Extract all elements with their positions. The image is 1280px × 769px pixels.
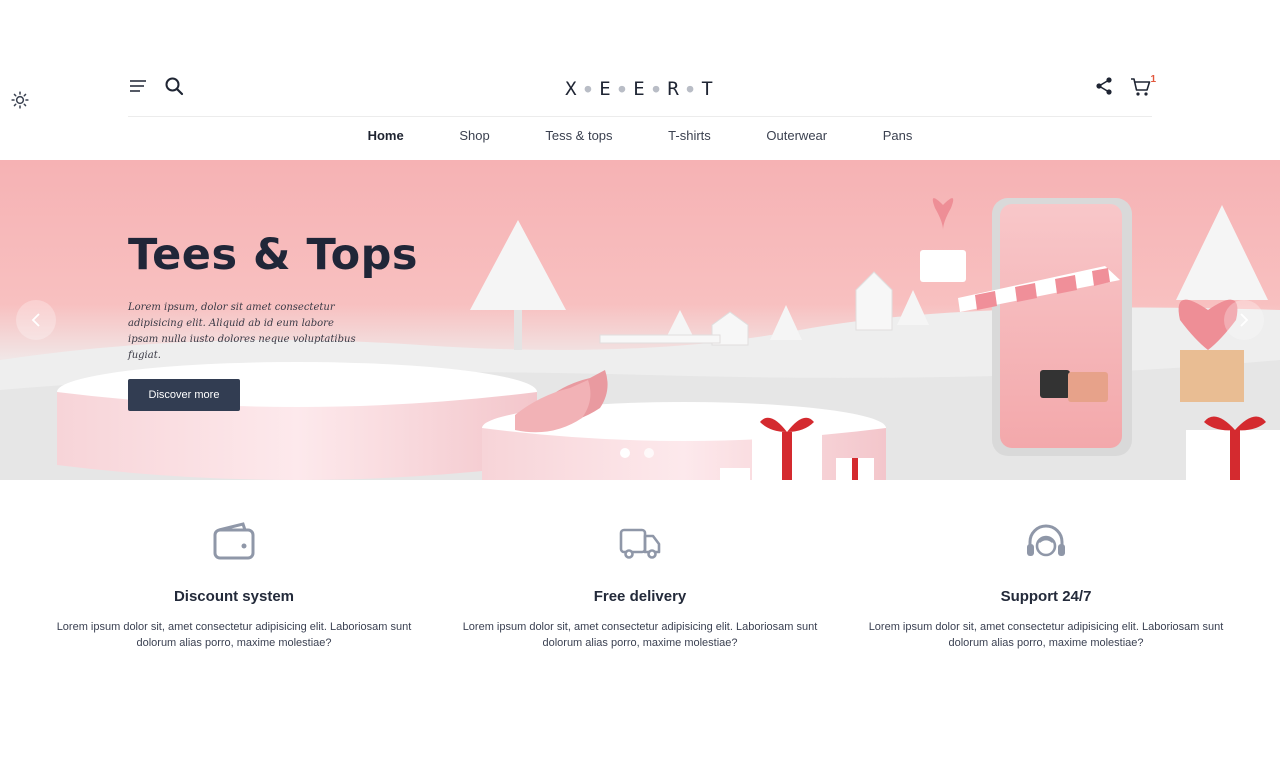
feature-title: Support 24/7 [1000, 588, 1092, 605]
main-navigation: Home Shop Tess & tops T-shirts Outerwear… [0, 128, 1280, 150]
nav-item-tshirts[interactable]: T-shirts [668, 128, 711, 143]
cart-count-badge: 1 [1150, 74, 1156, 85]
logo-letter: E [633, 78, 647, 100]
chevron-right-icon [1240, 313, 1249, 327]
cart-icon[interactable] [1130, 76, 1152, 100]
wallet-icon [213, 522, 255, 560]
logo-letter: X [565, 78, 579, 100]
slider-next-button[interactable] [1224, 300, 1264, 340]
feature-text: Lorem ipsum dolor sit, amet consectetur … [868, 621, 1224, 649]
truck-icon [619, 528, 661, 559]
nav-item-outerwear[interactable]: Outerwear [766, 128, 827, 143]
discover-more-button[interactable]: Discover more [128, 379, 240, 411]
feature-text: Lorem ipsum dolor sit, amet consectetur … [462, 621, 818, 649]
logo-letter: E [599, 78, 613, 100]
slider-dot[interactable] [620, 448, 630, 458]
headset-icon [1027, 524, 1065, 557]
nav-item-home[interactable]: Home [368, 128, 404, 143]
nav-item-shop[interactable]: Shop [459, 128, 489, 143]
feature-card: Discount system Lorem ipsum dolor sit, a… [47, 520, 421, 651]
hero-title: Tees & Tops [128, 230, 419, 280]
top-header: X ● E ● E ● R ● T 1 [128, 60, 1156, 117]
slider-prev-button[interactable] [16, 300, 56, 340]
slider-dot[interactable] [644, 448, 654, 458]
brand-logo[interactable]: X ● E ● E ● R ● T [128, 78, 1152, 100]
nav-item-pans[interactable]: Pans [883, 128, 913, 143]
features-section: Discount system Lorem ipsum dolor sit, a… [0, 520, 1280, 651]
chevron-left-icon [31, 313, 40, 327]
feature-text: Lorem ipsum dolor sit, amet consectetur … [56, 621, 412, 649]
sun-icon[interactable] [11, 91, 29, 109]
slider-pagination [620, 448, 654, 458]
share-icon[interactable] [1094, 76, 1114, 96]
feature-card: Free delivery Lorem ipsum dolor sit, ame… [453, 520, 827, 651]
feature-card: Support 24/7 Lorem ipsum dolor sit, amet… [859, 520, 1233, 651]
nav-item-tess-tops[interactable]: Tess & tops [545, 128, 612, 143]
hero-description: Lorem ipsum, dolor sit amet consectetur … [128, 302, 356, 361]
feature-title: Discount system [173, 588, 295, 605]
logo-letter: R [667, 78, 681, 100]
hero-slider: Tees & Tops Lorem ipsum, dolor sit amet … [0, 160, 1280, 480]
feature-title: Free delivery [593, 588, 687, 605]
logo-letter: T [701, 78, 715, 100]
